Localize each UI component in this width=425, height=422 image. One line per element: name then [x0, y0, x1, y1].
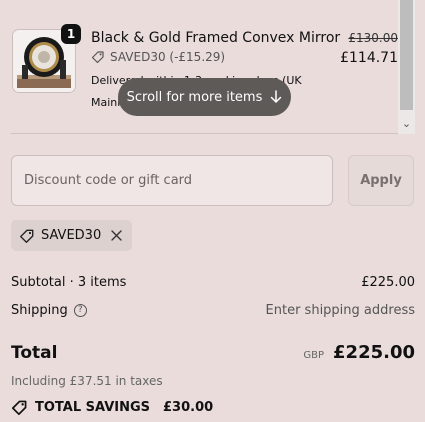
shipping-label: Shipping	[11, 303, 68, 318]
shipping-label-group: Shipping?	[11, 303, 87, 318]
item-price: £114.71	[340, 50, 398, 66]
divider	[11, 133, 398, 134]
line-discount: SAVED30 (-£15.29)	[91, 50, 225, 64]
currency-code: GBP	[303, 350, 325, 361]
applied-discount-chip: SAVED30	[11, 220, 132, 251]
tag-icon	[20, 229, 34, 243]
savings-label: TOTAL SAVINGS	[35, 400, 151, 415]
applied-code-label: SAVED30	[41, 228, 102, 243]
apply-button[interactable]: Apply	[348, 155, 414, 206]
shipping-value: Enter shipping address	[265, 303, 415, 318]
help-circle-icon[interactable]: ?	[73, 304, 87, 317]
chevron-down-icon[interactable]: ⌄	[398, 116, 415, 132]
scrollbar-thumb[interactable]	[400, 0, 413, 110]
product-name: Black & Gold Framed Convex Mirror	[91, 30, 341, 46]
total-amount-group: GBP £225.00	[303, 342, 415, 363]
scroll-more-button[interactable]: Scroll for more items	[118, 78, 291, 116]
total-label: Total	[11, 342, 58, 363]
tag-icon	[11, 400, 27, 416]
subtotal-label: Subtotal · 3 items	[11, 275, 127, 290]
subtotal-value: £225.00	[361, 275, 415, 290]
savings-value: £30.00	[163, 400, 214, 415]
total-savings: TOTAL SAVINGS £30.00	[11, 399, 213, 416]
order-line-item: 1 Black & Gold Framed Convex Mirror SAVE…	[0, 0, 425, 134]
taxes-note: Including £37.51 in taxes	[11, 374, 163, 388]
close-icon[interactable]	[111, 230, 122, 241]
total-row: Total GBP £225.00	[11, 342, 415, 363]
tag-icon	[91, 51, 104, 64]
scroll-hint-label: Scroll for more items	[126, 89, 263, 105]
scrollbar[interactable]: ⌄	[398, 0, 415, 134]
quantity-badge: 1	[61, 24, 81, 44]
total-value: £225.00	[333, 342, 415, 363]
subtotal-row: Subtotal · 3 items £225.00	[11, 275, 415, 290]
arrow-down-icon	[271, 90, 282, 103]
discount-code-input[interactable]	[11, 155, 333, 206]
original-price: £130.00	[348, 31, 398, 45]
shipping-row: Shipping? Enter shipping address	[11, 303, 415, 318]
line-discount-text: SAVED30 (-£15.29)	[110, 50, 226, 64]
